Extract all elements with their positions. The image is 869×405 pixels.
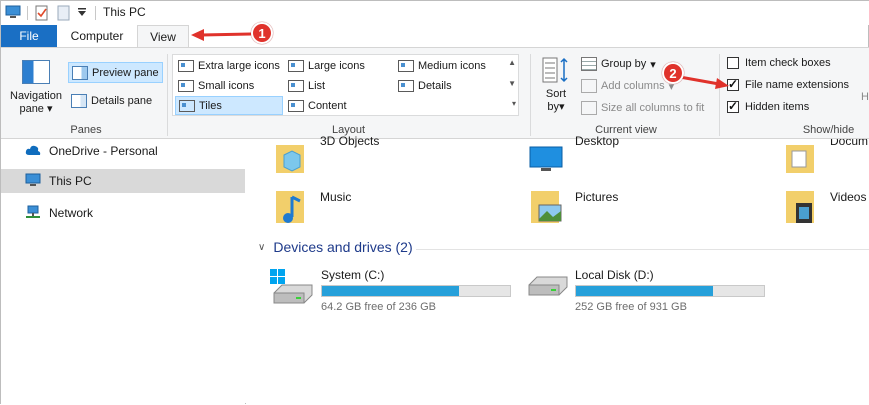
annotation-arrow-1 [191,29,729,89]
explorer-window: This PC File Computer View Navigation pa… [0,0,869,405]
annotation-marker-1: 1 [251,22,273,44]
annotation-marker-2: 2 [662,62,684,84]
